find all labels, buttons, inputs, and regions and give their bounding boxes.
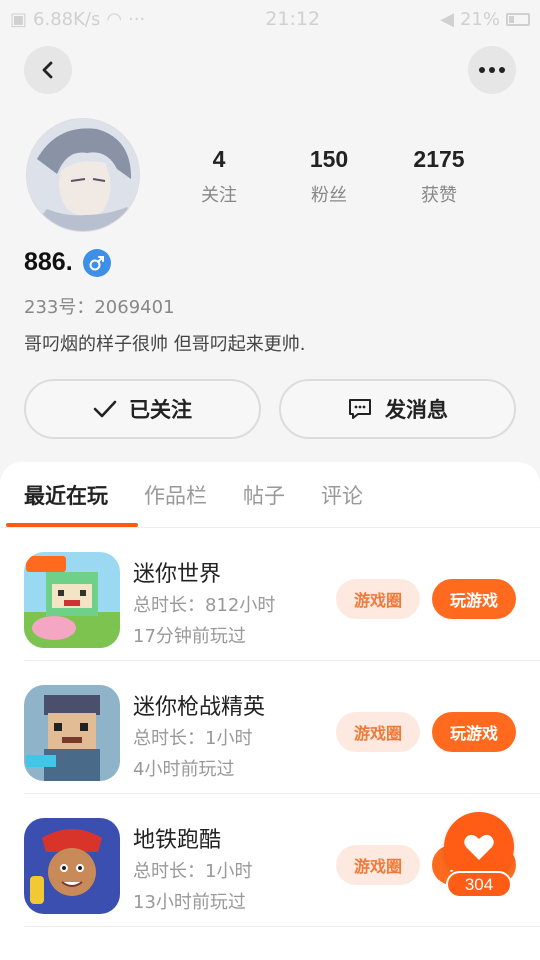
avatar[interactable] [26,118,140,232]
tab-indicator [6,523,138,527]
stat-value: 2175 [413,146,465,172]
tab-works[interactable]: 作品栏 [144,480,207,510]
game-duration: 总时长：812小时 [133,595,276,616]
status-time: 21:12 [265,8,321,30]
game-duration: 总时长：1小时 [133,861,253,882]
like-fab[interactable]: 304 [444,812,514,898]
more-status-icon: ··· [128,8,146,30]
stat-label: 粉丝 [311,185,347,206]
check-icon [93,400,117,418]
tab-posts[interactable]: 帖子 [243,480,285,510]
status-left: ▣ 6.88K/s ◠ ··· [10,9,145,30]
game-duration: 总时长：1小时 [133,728,253,749]
play-game-button[interactable]: 玩游戏 [432,712,516,752]
bio: 哥叼烟的样子很帅 但哥叼起来更帅. [24,334,306,355]
game-last-played: 4小时前玩过 [133,759,235,780]
game-icon [24,552,120,648]
net-speed: 6.88K/s [33,8,101,30]
game-circle-button[interactable]: 游戏圈 [336,845,420,885]
heart-icon [464,834,494,860]
tab-comments[interactable]: 评论 [321,480,363,510]
game-icon [24,685,120,781]
male-icon [82,248,111,277]
game-item-miniworld[interactable]: 迷你世界 总时长：812小时 17分钟前玩过 游戏圈 玩游戏 [24,528,540,661]
chevron-left-icon [42,61,53,79]
message-button[interactable]: 发消息 [279,379,516,439]
battery-icon [505,12,530,26]
status-bar: ▣ 6.88K/s ◠ ··· 21:12 ◀ 21% [0,0,540,38]
game-name: 迷你枪战精英 [133,695,266,720]
game-icon [24,818,120,914]
game-last-played: 13小时前玩过 [133,892,246,913]
status-right: ◀ 21% [440,9,530,30]
stat-following[interactable]: 4 关注 [164,146,274,207]
chat-bubble-icon [349,399,371,419]
stat-label: 获赞 [421,185,457,206]
followed-label: 已关注 [129,398,192,422]
stat-likes[interactable]: 2175 获赞 [384,146,494,207]
user-id: 233号：2069401 [24,297,175,318]
more-button[interactable] [468,46,516,94]
more-horizontal-icon [479,67,505,73]
avatar-illustration [27,119,139,231]
profile-stats: 4 关注 150 粉丝 2175 获赞 [164,146,514,207]
top-nav [0,46,540,96]
like-count: 304 [446,871,512,898]
profile-actions: 已关注 发消息 [24,379,516,439]
stat-value: 150 [309,146,349,172]
back-button[interactable] [24,46,72,94]
tab-bar: 最近在玩 作品栏 帖子 评论 [0,462,540,528]
gallery-icon: ▣ [10,8,28,30]
tab-recent-play[interactable]: 最近在玩 [24,480,108,510]
game-circle-button[interactable]: 游戏圈 [336,579,420,619]
wifi-icon: ◠ [106,8,123,30]
volume-icon: ◀ [440,8,454,30]
stat-value: 4 [212,146,226,172]
play-game-button[interactable]: 玩游戏 [432,579,516,619]
game-circle-button[interactable]: 游戏圈 [336,712,420,752]
username: 886. [24,248,73,276]
message-label: 发消息 [385,398,448,422]
followed-button[interactable]: 已关注 [24,379,261,439]
stat-fans[interactable]: 150 粉丝 [274,146,384,207]
game-item-mini-gunfight[interactable]: 迷你枪战精英 总时长：1小时 4小时前玩过 游戏圈 玩游戏 [24,661,540,794]
game-last-played: 17分钟前玩过 [133,626,246,647]
battery-percent: 21% [459,8,500,30]
game-name: 地铁跑酷 [133,828,222,853]
stat-label: 关注 [201,185,237,206]
username-row: 886. [24,248,111,277]
game-name: 迷你世界 [133,562,222,587]
